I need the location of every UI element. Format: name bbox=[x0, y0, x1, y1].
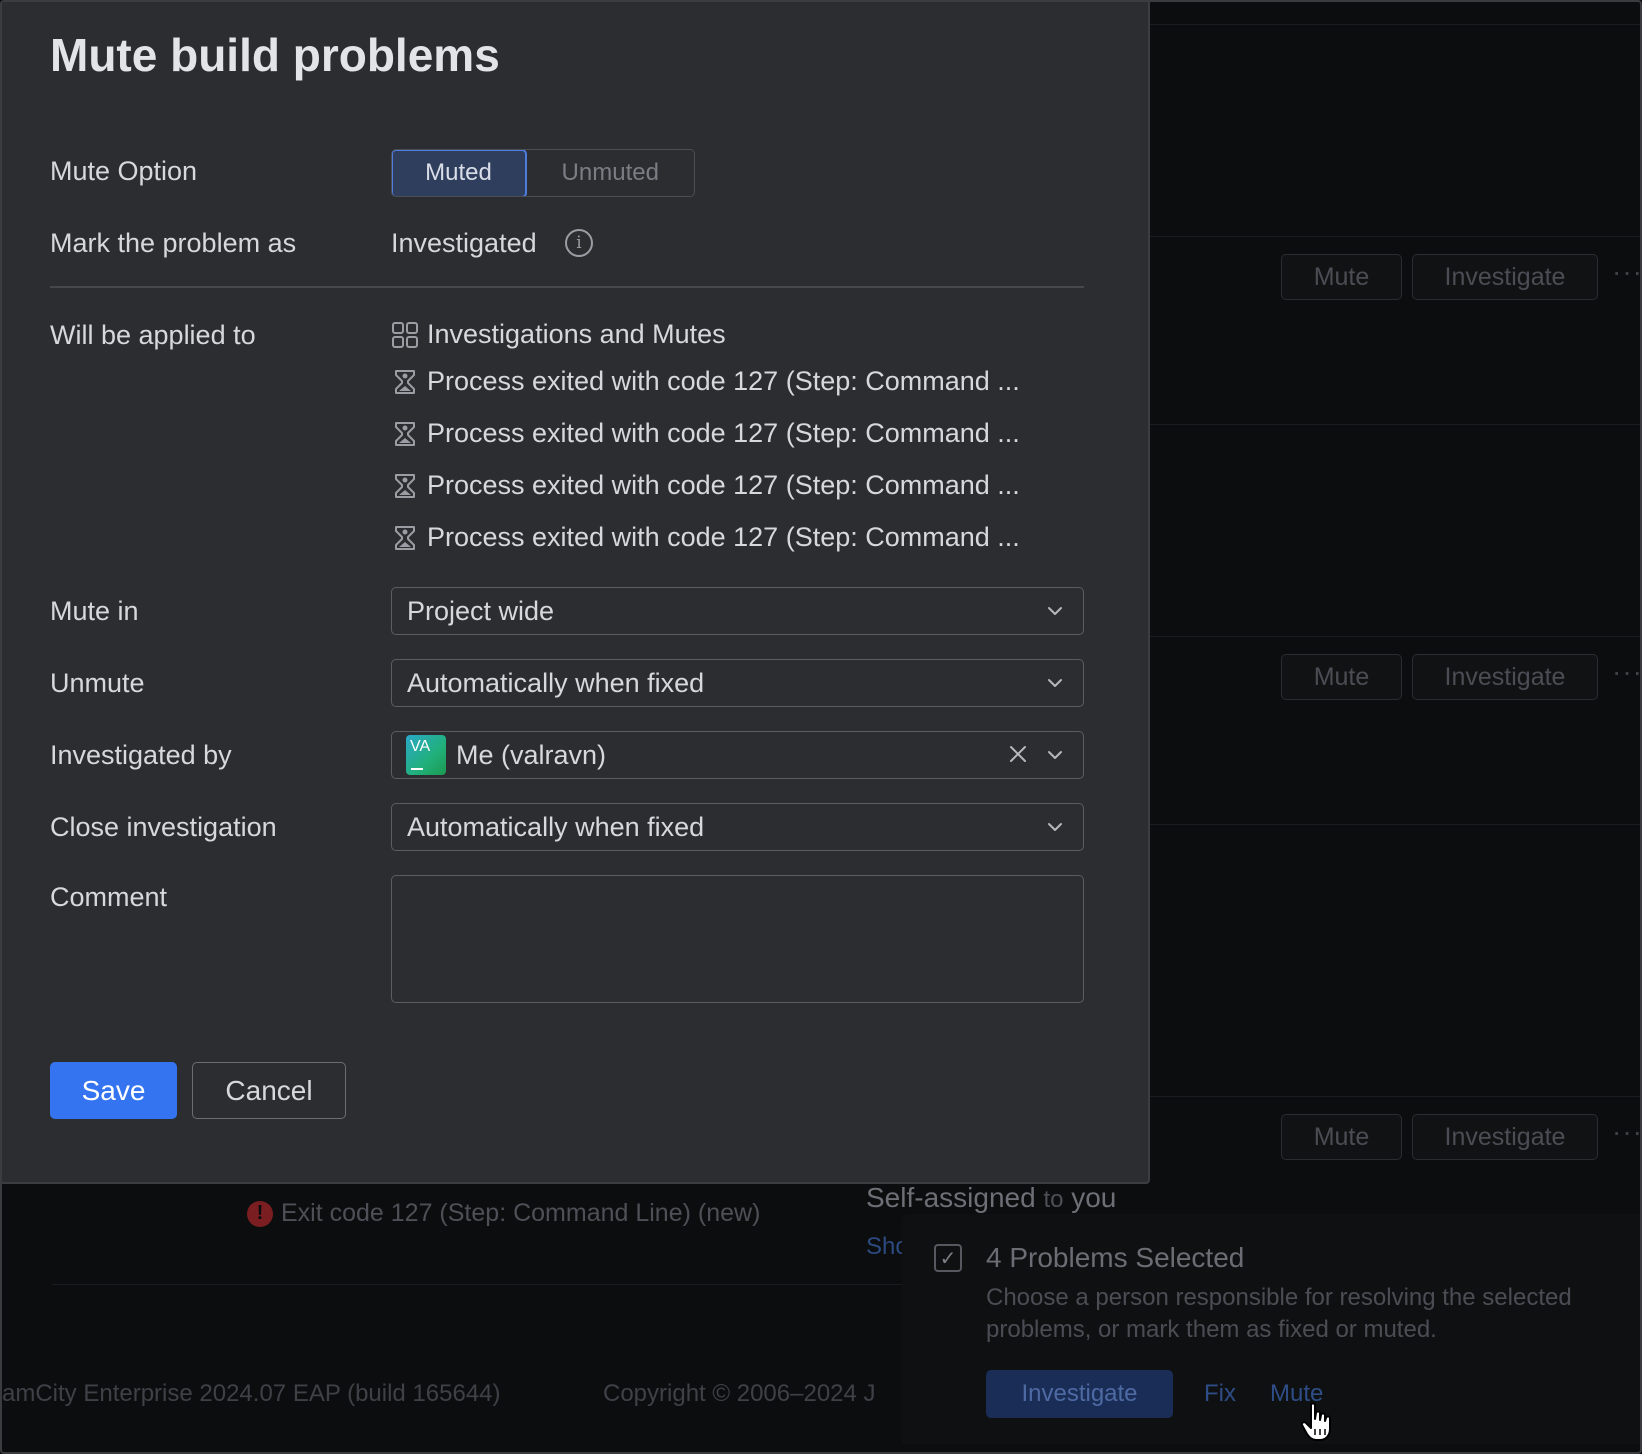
applied-item-text: Process exited with code 127 (Step: Comm… bbox=[427, 366, 1020, 396]
mark-as-label: Mark the problem as bbox=[50, 228, 297, 258]
build-problem-icon bbox=[395, 473, 415, 498]
chevron-down-icon bbox=[1048, 607, 1062, 615]
unmute-value: Automatically when fixed bbox=[407, 667, 705, 698]
applied-item: Process exited with code 127 (Step: Comm… bbox=[391, 522, 1020, 553]
dialog-title: Mute build problems bbox=[50, 29, 500, 81]
unmute-select[interactable]: Automatically when fixed bbox=[391, 659, 1084, 707]
select-all-checkbox[interactable]: ✓ bbox=[934, 1244, 962, 1272]
build-problem-icon bbox=[395, 421, 415, 446]
save-button[interactable]: Save bbox=[50, 1062, 177, 1119]
footer-version: amCity Enterprise 2024.07 EAP (build 165… bbox=[2, 1380, 501, 1407]
mark-as-value: Investigated bbox=[391, 228, 537, 258]
muted-option[interactable]: Muted bbox=[392, 150, 527, 196]
bg-row-divider bbox=[1150, 1096, 1640, 1097]
chevron-down-icon bbox=[1048, 751, 1062, 759]
bg-self-assigned: Self-assigned to you bbox=[866, 1182, 1116, 1214]
mute-option-label: Mute Option bbox=[50, 156, 198, 186]
applied-item: Process exited with code 127 (Step: Comm… bbox=[391, 366, 1020, 397]
bg-mute-button[interactable]: Mute bbox=[1281, 254, 1402, 300]
investigated-by-value: Me (valravn) bbox=[456, 739, 607, 770]
selection-title: 4 Problems Selected bbox=[986, 1242, 1245, 1273]
build-problem-icon bbox=[395, 525, 415, 550]
mute-in-value: Project wide bbox=[407, 595, 555, 626]
bg-row-divider bbox=[1150, 636, 1640, 637]
close-investigation-value: Automatically when fixed bbox=[407, 811, 705, 842]
bg-investigate-button[interactable]: Investigate bbox=[1412, 654, 1598, 700]
bg-row-divider bbox=[1150, 24, 1640, 25]
selection-fix-link[interactable]: Fix bbox=[1204, 1380, 1236, 1408]
close-investigation-label: Close investigation bbox=[50, 812, 277, 842]
close-investigation-select[interactable]: Automatically when fixed bbox=[391, 803, 1084, 851]
bg-self-assigned-to: to bbox=[1043, 1186, 1064, 1213]
mute-dialog: Mute build problems Mute Option Muted Un… bbox=[2, 2, 1150, 1184]
comment-label: Comment bbox=[50, 882, 168, 912]
bg-investigate-button[interactable]: Investigate bbox=[1412, 1114, 1598, 1160]
bg-more-icon[interactable]: ··· bbox=[1612, 656, 1640, 688]
applied-item-text: Process exited with code 127 (Step: Comm… bbox=[427, 522, 1020, 552]
error-icon: ! bbox=[247, 1200, 273, 1227]
comment-textarea[interactable] bbox=[391, 875, 1084, 1003]
bg-error-text: Exit code 127 (Step: Command Line) (new) bbox=[281, 1199, 761, 1227]
mute-in-label: Mute in bbox=[50, 596, 139, 626]
applied-item-text: Investigations and Mutes bbox=[427, 319, 726, 349]
bg-more-icon[interactable]: ··· bbox=[1612, 1116, 1640, 1148]
applied-item-text: Process exited with code 127 (Step: Comm… bbox=[427, 470, 1020, 500]
info-icon[interactable]: i bbox=[565, 229, 593, 257]
applied-item: Process exited with code 127 (Step: Comm… bbox=[391, 418, 1020, 449]
chevron-down-icon bbox=[1048, 679, 1062, 687]
selection-description: Choose a person responsible for resolvin… bbox=[986, 1284, 1572, 1343]
bg-row-divider bbox=[1150, 236, 1640, 237]
bg-self-assigned-you: you bbox=[1071, 1182, 1117, 1213]
applied-item: Process exited with code 127 (Step: Comm… bbox=[391, 470, 1020, 501]
bg-row-divider bbox=[1150, 824, 1640, 825]
unmuted-option[interactable]: Unmuted bbox=[527, 150, 695, 196]
bg-more-icon[interactable]: ··· bbox=[1612, 256, 1640, 288]
cancel-button[interactable]: Cancel bbox=[192, 1062, 346, 1119]
applied-item: Investigations and Mutes bbox=[391, 319, 726, 350]
avatar: VA bbox=[406, 735, 446, 775]
applied-item-text: Process exited with code 127 (Step: Comm… bbox=[427, 418, 1020, 448]
bg-divider bbox=[52, 1284, 912, 1285]
chevron-down-icon bbox=[1048, 823, 1062, 831]
bg-error-line: ! Exit code 127 (Step: Command Line) (ne… bbox=[247, 1199, 760, 1228]
app-window: Mute Investigate ··· Mute Investigate ··… bbox=[0, 0, 1642, 1454]
bg-investigate-button[interactable]: Investigate bbox=[1412, 254, 1598, 300]
divider bbox=[50, 286, 1084, 288]
footer-copyright: Copyright © 2006–2024 J bbox=[603, 1380, 876, 1407]
bg-mute-button[interactable]: Mute bbox=[1281, 654, 1402, 700]
investigated-by-select[interactable]: VA Me (valravn) bbox=[391, 731, 1084, 779]
selection-investigate-button[interactable]: Investigate bbox=[986, 1370, 1173, 1418]
bg-mute-button[interactable]: Mute bbox=[1281, 1114, 1402, 1160]
hand-cursor-icon bbox=[1300, 1402, 1331, 1441]
unmute-label: Unmute bbox=[50, 668, 145, 698]
mute-in-select[interactable]: Project wide bbox=[391, 587, 1084, 635]
applied-to-label: Will be applied to bbox=[50, 320, 256, 350]
mute-option-toggle: Muted Unmuted bbox=[391, 149, 695, 197]
selection-panel: ✓ 4 Problems Selected Choose a person re… bbox=[902, 1214, 1640, 1444]
bg-self-assigned-text: Self-assigned bbox=[866, 1182, 1036, 1213]
avatar-initials: VA bbox=[410, 738, 431, 755]
grid-icon bbox=[392, 321, 418, 348]
bg-row-divider bbox=[1150, 424, 1640, 425]
close-icon[interactable] bbox=[1007, 743, 1029, 765]
build-problem-icon bbox=[395, 369, 415, 394]
investigated-by-label: Investigated by bbox=[50, 740, 232, 770]
